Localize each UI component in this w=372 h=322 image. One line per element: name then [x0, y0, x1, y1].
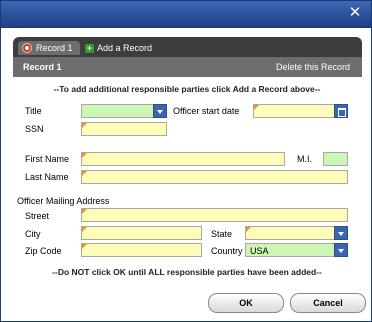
record-tabs: Record 1 + Add a Record Record 1 Delete …: [13, 37, 362, 77]
chevron-down-icon[interactable]: [153, 104, 167, 118]
add-record-button[interactable]: + Add a Record: [85, 41, 152, 55]
plus-icon: +: [85, 43, 94, 53]
first-name-field[interactable]: [81, 152, 285, 166]
record-icon: [22, 43, 32, 53]
tab-record-1[interactable]: Record 1: [18, 41, 80, 55]
mi-field[interactable]: [323, 152, 348, 166]
delete-record-link[interactable]: Delete this Record: [276, 57, 350, 77]
record-dialog: ✕ Record 1 + Add a Record Record 1 Delet…: [0, 0, 372, 322]
street-field[interactable]: [81, 208, 348, 222]
city-field[interactable]: [81, 226, 202, 240]
cancel-button[interactable]: Cancel: [290, 293, 366, 313]
first-name-label: First Name: [25, 154, 70, 164]
add-record-label: Add a Record: [97, 43, 153, 53]
ssn-field[interactable]: [81, 122, 167, 136]
country-label: Country: [211, 246, 243, 256]
do-not-click-note: --Do NOT click OK until ALL responsible …: [52, 267, 322, 277]
dialog-titlebar[interactable]: ✕: [1, 1, 371, 28]
title-select[interactable]: [81, 104, 167, 118]
ok-button[interactable]: OK: [208, 293, 284, 313]
state-label: State: [211, 229, 233, 239]
last-name-field[interactable]: [81, 170, 348, 184]
calendar-icon[interactable]: [334, 104, 348, 118]
officer-start-date-label: Officer start date: [173, 106, 240, 116]
ssn-label: SSN: [25, 124, 44, 134]
title-label: Title: [25, 106, 42, 116]
state-select[interactable]: [245, 226, 348, 240]
chevron-down-icon[interactable]: [334, 243, 348, 257]
street-label: Street: [25, 211, 50, 221]
tab-record-1-label: Record 1: [36, 43, 73, 53]
record-name: Record 1: [23, 62, 62, 72]
mailing-address-heading: Officer Mailing Address: [17, 196, 110, 206]
record-subbar: Record 1 Delete this Record: [13, 57, 362, 77]
chevron-down-icon[interactable]: [334, 226, 348, 240]
country-select[interactable]: USA: [245, 243, 348, 257]
zip-field[interactable]: [81, 243, 202, 257]
last-name-label: Last Name: [25, 172, 69, 182]
mi-label: M.I.: [297, 154, 312, 164]
add-record-note: --To add additional responsible parties …: [53, 84, 321, 94]
zip-label: Zip Code: [25, 246, 62, 256]
country-value: USA: [250, 246, 269, 256]
city-label: City: [25, 229, 41, 239]
officer-start-date-field[interactable]: [253, 104, 348, 118]
close-icon[interactable]: ✕: [347, 5, 363, 21]
